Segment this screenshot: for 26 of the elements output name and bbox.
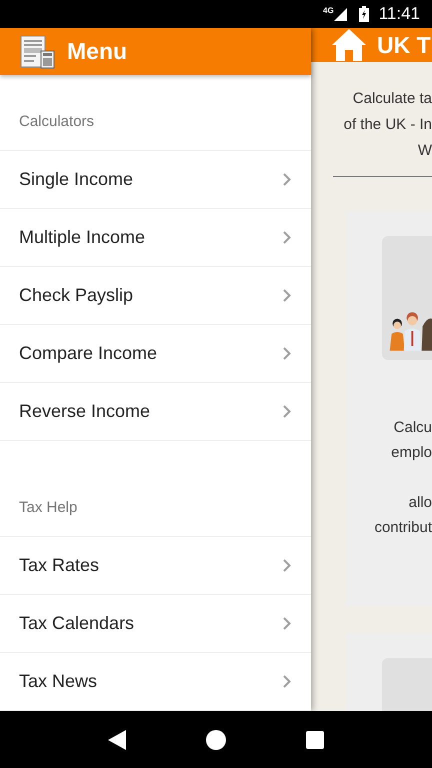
card-text: allo	[408, 493, 432, 513]
home-button-icon[interactable]	[206, 730, 226, 750]
card-text: emplo	[391, 443, 432, 463]
chevron-icon	[283, 617, 291, 630]
recents-icon[interactable]	[306, 730, 324, 748]
intro-text: W	[418, 141, 432, 161]
card-text: Calcu	[394, 418, 432, 438]
card-text: contribut	[374, 518, 432, 538]
chevron-icon	[283, 231, 291, 244]
chevron-icon	[283, 289, 291, 302]
signal-icon	[334, 8, 347, 20]
drawer-title: Menu	[67, 38, 128, 65]
back-icon[interactable]	[108, 730, 126, 750]
intro-text: Calculate ta	[352, 89, 432, 109]
chevron-icon	[283, 347, 291, 360]
chevron-icon	[283, 173, 291, 186]
battery-icon	[358, 6, 369, 22]
document-calculator-icon	[19, 34, 55, 68]
chevron-icon	[283, 405, 291, 418]
chevron-icon	[283, 675, 291, 688]
network-type: 4G	[323, 6, 334, 15]
app-title: UK T	[377, 32, 431, 58]
home-icon	[331, 28, 367, 62]
chevron-icon	[283, 559, 291, 572]
intro-text: of the UK - In	[344, 115, 432, 135]
clock: 11:41	[378, 4, 420, 24]
